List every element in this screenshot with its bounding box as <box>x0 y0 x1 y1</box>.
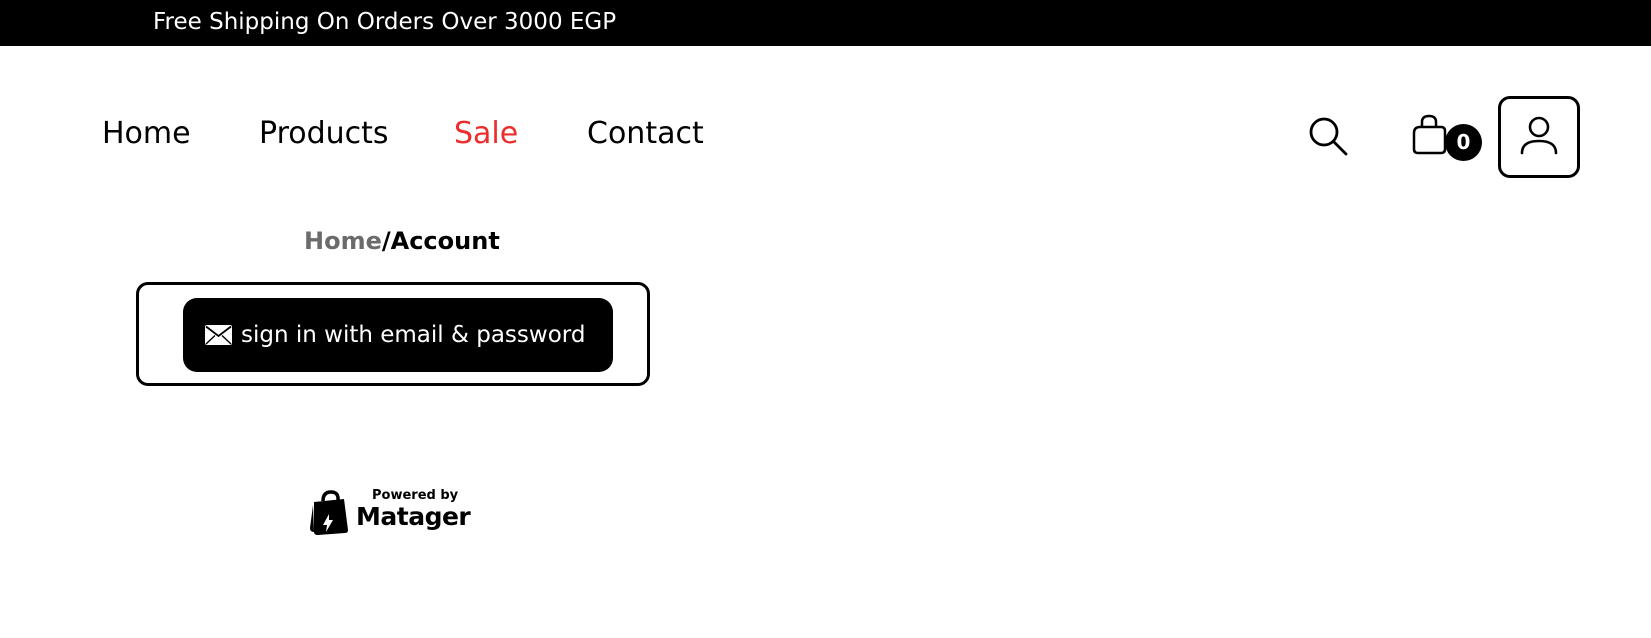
search-icon <box>1309 117 1348 156</box>
user-icon <box>1520 116 1558 155</box>
account-button[interactable] <box>1498 96 1580 178</box>
cart-button[interactable]: 0 <box>1410 112 1482 166</box>
breadcrumb: Home/Account <box>304 226 500 256</box>
announcement-bar: Free Shipping On Orders Over 3000 EGP <box>0 0 1651 46</box>
nav-contact-link[interactable]: Contact <box>587 116 704 152</box>
signin-email-button[interactable]: sign in with email & password <box>183 298 613 372</box>
breadcrumb-separator: / <box>381 227 391 255</box>
nav-sale-link[interactable]: Sale <box>454 116 518 152</box>
breadcrumb-current: Account <box>390 227 500 255</box>
cart-count-badge: 0 <box>1445 124 1482 161</box>
announcement-text: Free Shipping On Orders Over 3000 EGP <box>153 9 617 35</box>
shopping-bag-logo-icon <box>310 490 348 535</box>
powered-by-logo[interactable]: Powered by Matager <box>310 488 490 536</box>
envelope-icon <box>205 325 232 345</box>
nav-home-link[interactable]: Home <box>102 116 191 152</box>
signin-button-label: sign in with email & password <box>241 322 586 348</box>
powered-by-text: Powered by <box>372 488 459 503</box>
breadcrumb-home-link[interactable]: Home <box>304 227 382 255</box>
search-button[interactable] <box>1306 114 1350 158</box>
matager-brand-name: Matager <box>356 502 471 531</box>
nav-products-link[interactable]: Products <box>259 116 389 152</box>
